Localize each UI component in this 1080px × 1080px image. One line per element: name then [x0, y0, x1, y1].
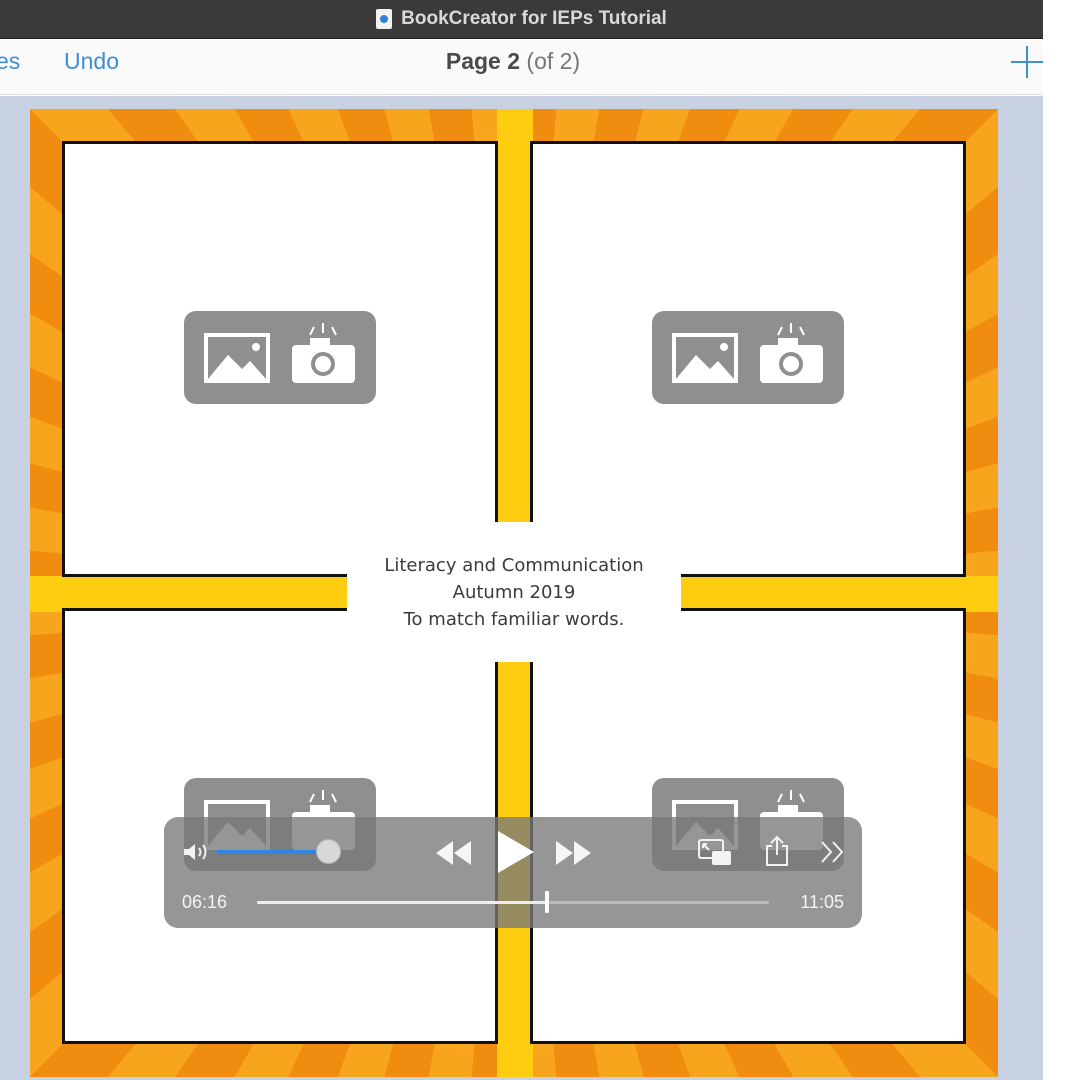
- total-duration: 11:05: [800, 892, 844, 912]
- caption-line: To match familiar words.: [403, 608, 625, 630]
- volume-slider[interactable]: [216, 839, 342, 864]
- page-indicator: Page 2 (of 2): [0, 47, 1026, 75]
- fast-forward-icon[interactable]: [554, 839, 594, 867]
- playback-scrubber[interactable]: [257, 891, 769, 913]
- media-placeholder[interactable]: [184, 311, 376, 404]
- plus-icon[interactable]: [1011, 46, 1043, 78]
- window-edge: [1043, 0, 1080, 1080]
- video-controls: 06:16 11:05: [164, 817, 862, 928]
- volume-knob[interactable]: [316, 839, 342, 864]
- camera-icon[interactable]: [292, 323, 355, 383]
- playback-progress: [257, 901, 548, 904]
- picture-in-picture-icon[interactable]: [698, 839, 732, 867]
- page-total: (of 2): [526, 48, 581, 74]
- caption-line: Literacy and Communication: [384, 554, 644, 576]
- more-icon[interactable]: [820, 840, 846, 864]
- volume-level: [216, 850, 329, 854]
- elapsed-time: 06:16: [182, 892, 228, 912]
- image-icon[interactable]: [204, 333, 270, 383]
- share-icon[interactable]: [764, 835, 790, 867]
- caption-line: Autumn 2019: [452, 581, 576, 603]
- window-titlebar: BookCreator for IEPs Tutorial: [0, 0, 1043, 39]
- playhead[interactable]: [545, 891, 550, 913]
- media-placeholder[interactable]: [652, 311, 844, 404]
- window-title: BookCreator for IEPs Tutorial: [401, 8, 667, 29]
- volume-icon[interactable]: [182, 841, 212, 863]
- app-navbar: es Undo Page 2 (of 2): [0, 39, 1043, 95]
- document-icon: [376, 9, 393, 29]
- page-number: Page 2: [445, 48, 521, 74]
- image-icon[interactable]: [672, 333, 738, 383]
- play-icon[interactable]: [494, 829, 536, 875]
- page-caption[interactable]: Literacy and Communication Autumn 2019 T…: [347, 522, 681, 662]
- rewind-icon[interactable]: [434, 839, 474, 867]
- camera-icon[interactable]: [760, 323, 823, 383]
- book-page[interactable]: Literacy and Communication Autumn 2019 T…: [30, 109, 998, 1077]
